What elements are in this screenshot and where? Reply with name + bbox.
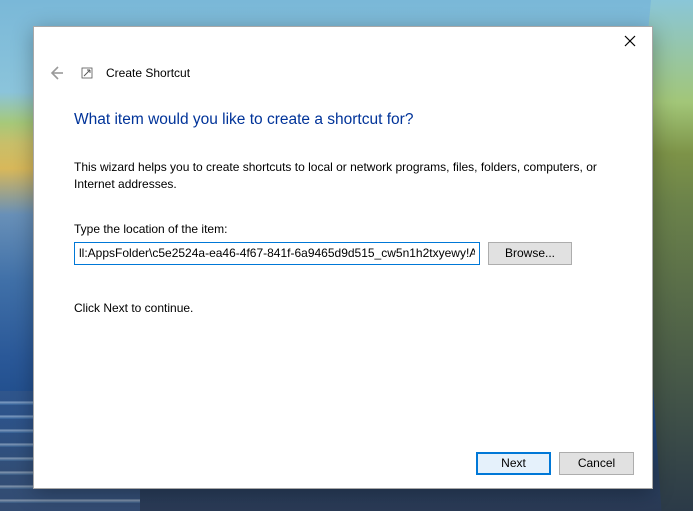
browse-button[interactable]: Browse...	[488, 242, 572, 265]
back-button[interactable]	[44, 61, 68, 85]
wizard-header: Create Shortcut	[34, 57, 652, 89]
shortcut-icon	[80, 66, 94, 80]
wizard-heading: What item would you like to create a sho…	[74, 111, 612, 129]
close-button[interactable]	[607, 27, 652, 55]
wizard-footer: Next Cancel	[34, 438, 652, 488]
create-shortcut-window: Create Shortcut What item would you like…	[33, 26, 653, 489]
back-arrow-icon	[47, 64, 65, 82]
wizard-content: What item would you like to create a sho…	[34, 89, 652, 438]
close-icon	[624, 35, 636, 47]
location-input[interactable]	[74, 242, 480, 265]
location-label: Type the location of the item:	[74, 222, 612, 236]
cancel-button[interactable]: Cancel	[559, 452, 634, 475]
desktop-background: Create Shortcut What item would you like…	[0, 0, 693, 511]
next-button[interactable]: Next	[476, 452, 551, 475]
window-titlebar	[34, 27, 652, 57]
continue-hint: Click Next to continue.	[74, 301, 612, 315]
wizard-title: Create Shortcut	[106, 66, 190, 80]
wizard-description: This wizard helps you to create shortcut…	[74, 159, 612, 194]
location-row: Browse...	[74, 242, 612, 265]
